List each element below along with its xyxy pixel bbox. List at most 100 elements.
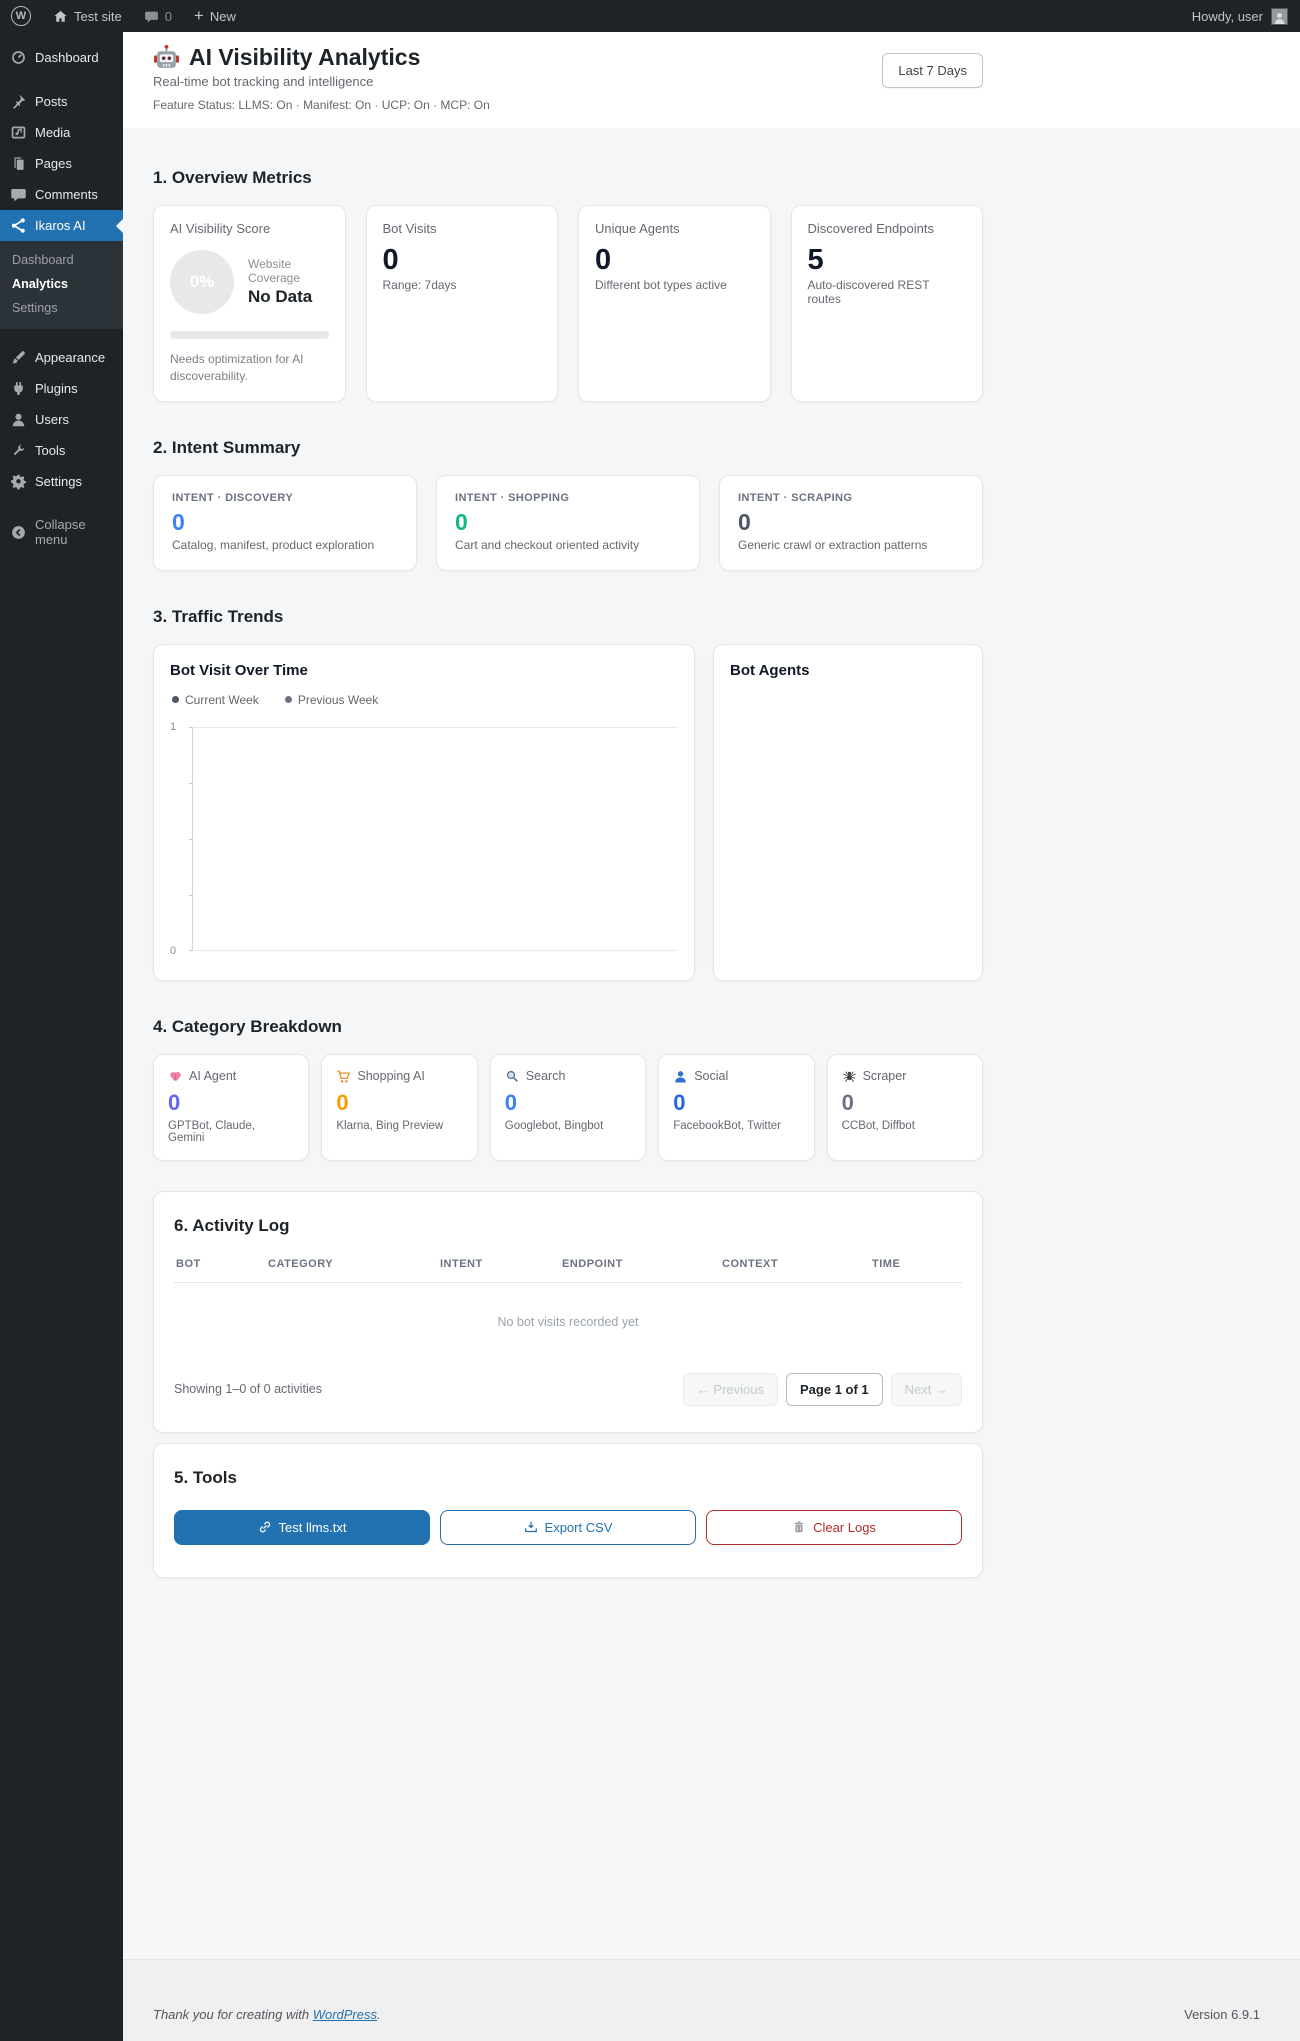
submenu-item-dashboard[interactable]: Dashboard (0, 248, 123, 272)
wordpress-logo[interactable]: W (0, 0, 42, 32)
activity-heading: 6. Activity Log (174, 1215, 290, 1235)
sidebar-item-users[interactable]: Users (0, 404, 123, 435)
coverage-label: Website Coverage (248, 257, 301, 285)
gridline-bottom (193, 949, 678, 951)
pagination: ← Previous Page 1 of 1 Next → (682, 1372, 962, 1406)
page-indicator[interactable]: Page 1 of 1 (786, 1372, 883, 1406)
magnifier-icon (506, 1070, 518, 1082)
card-label: Unique Agents (595, 221, 680, 236)
cart-icon (337, 1070, 351, 1083)
link-icon (259, 1521, 270, 1533)
gridline-top (193, 726, 678, 728)
intent-label: INTENT · DISCOVERY (172, 491, 294, 504)
intent-value: 0 (738, 508, 751, 535)
intent-desc: Generic crawl or extraction patterns (738, 537, 928, 552)
previous-page-button[interactable]: ← Previous (682, 1372, 779, 1406)
showing-count: Showing 1–0 of 0 activities (174, 1382, 323, 1397)
site-name: Test site (74, 8, 122, 24)
category-ai-agent-card: AI Agent 0 GPTBot, Claude, Gemini (153, 1053, 310, 1161)
legend-dot (284, 696, 292, 704)
empty-state-message: No bot visits recorded yet (497, 1314, 639, 1329)
column-category: CATEGORY (268, 1257, 334, 1270)
legend-previous-week[interactable]: Previous Week (284, 693, 378, 707)
intent-heading: 2. Intent Summary (153, 437, 301, 457)
pin-icon (13, 94, 26, 109)
site-menu[interactable]: Test site (42, 0, 133, 32)
page-subtitle: Real-time bot tracking and intelligence (153, 74, 374, 89)
intent-shopping-card: INTENT · SHOPPING 0 Cart and checkout or… (436, 474, 700, 571)
score-progress-bar (170, 331, 329, 339)
stat-value: 5 (807, 244, 824, 276)
export-icon (524, 1522, 537, 1533)
sidebar-item-appearance[interactable]: Appearance (0, 342, 123, 373)
sidebar-item-plugins[interactable]: Plugins (0, 373, 123, 404)
robot-icon (154, 44, 179, 68)
intent-label: INTENT · SCRAPING (738, 491, 853, 504)
chart-title: Bot Agents (730, 661, 810, 679)
media-icon (11, 126, 26, 139)
user-icon (12, 413, 25, 427)
column-context: CONTEXT (722, 1257, 779, 1270)
version-text: Version 6.9.1 (1184, 2007, 1260, 2022)
category-value: 0 (336, 1089, 349, 1115)
bust-icon (675, 1070, 686, 1083)
category-desc: FacebookBot, Twitter (673, 1119, 781, 1132)
tools-heading: 5. Tools (174, 1467, 237, 1487)
tools-card: 5. Tools Test llms.txt Export CSV Clear … (153, 1442, 983, 1578)
y-axis-tick-max: 1 (170, 720, 177, 733)
pages-icon (14, 157, 24, 170)
collapse-arrow-icon (12, 525, 25, 539)
sidebar-item-pages[interactable]: Pages (0, 148, 123, 179)
wordpress-link[interactable]: WordPress (313, 2007, 377, 2022)
ikaros-submenu: Dashboard Analytics Settings (0, 241, 123, 329)
submenu-item-settings[interactable]: Settings (0, 296, 123, 320)
category-value: 0 (168, 1089, 181, 1115)
brush-icon (12, 351, 25, 364)
sidebar-item-dashboard[interactable]: Dashboard (0, 42, 123, 73)
traffic-cards: Bot Visit Over Time Current Week Previou… (153, 643, 983, 981)
intent-scraping-card: INTENT · SCRAPING 0 Generic crawl or ext… (719, 474, 983, 571)
page-header: AI Visibility Analytics Real-time bot tr… (123, 32, 1300, 128)
new-label: New (209, 8, 236, 24)
stat-sub: Different bot types active (595, 278, 727, 293)
sidebar-item-media[interactable]: Media (0, 117, 123, 148)
category-desc: Googlebot, Bingbot (504, 1119, 604, 1132)
test-llms-button[interactable]: Test llms.txt (174, 1509, 430, 1545)
sidebar-item-settings[interactable]: Settings (0, 466, 123, 497)
overview-heading: 1. Overview Metrics (153, 168, 312, 187)
sidebar-item-posts[interactable]: Posts (0, 86, 123, 117)
trash-icon (794, 1521, 804, 1533)
gear-icon (11, 474, 26, 490)
category-label: Social (694, 1069, 729, 1084)
bot-agents-chart-card: Bot Agents (713, 643, 983, 981)
sidebar-item-ikaros-ai[interactable]: Ikaros AI (0, 210, 123, 241)
avatar[interactable] (1271, 7, 1288, 25)
legend-current-week[interactable]: Current Week (172, 693, 259, 707)
category-label: AI Agent (189, 1069, 237, 1084)
clear-logs-button[interactable]: Clear Logs (706, 1509, 962, 1545)
unique-agents-card: Unique Agents 0 Different bot types acti… (578, 205, 771, 402)
comments-indicator[interactable]: 0 (133, 0, 183, 32)
footer-thanks: Thank you for creating with WordPress. (153, 2007, 381, 2022)
intent-label: INTENT · SHOPPING (455, 491, 570, 504)
collapse-menu[interactable]: Collapse menu (0, 510, 123, 554)
next-page-button[interactable]: Next → (890, 1372, 962, 1406)
intent-desc: Catalog, manifest, product exploration (172, 537, 375, 552)
line-chart-area: 1 0 (170, 719, 678, 959)
category-label: Search (525, 1069, 566, 1084)
comment-bubble-icon (144, 11, 158, 22)
new-content-menu[interactable]: + New (183, 0, 247, 32)
intent-desc: Cart and checkout oriented activity (455, 537, 640, 552)
sidebar-item-tools[interactable]: Tools (0, 435, 123, 466)
plus-icon: + (193, 5, 204, 25)
chart-legend: Current Week Previous Week (172, 693, 678, 707)
sidebar-item-comments[interactable]: Comments (0, 179, 123, 210)
submenu-item-analytics[interactable]: Analytics (0, 272, 123, 296)
export-csv-button[interactable]: Export CSV (440, 1509, 696, 1545)
brain-icon (170, 1071, 181, 1081)
home-icon (54, 10, 67, 22)
category-social-card: Social 0 FacebookBot, Twitter (658, 1053, 815, 1161)
date-range-selector[interactable]: Last 7 Days (882, 53, 983, 88)
category-heading: 4. Category Breakdown (153, 1016, 342, 1036)
howdy-text[interactable]: Howdy, user (1192, 9, 1263, 24)
